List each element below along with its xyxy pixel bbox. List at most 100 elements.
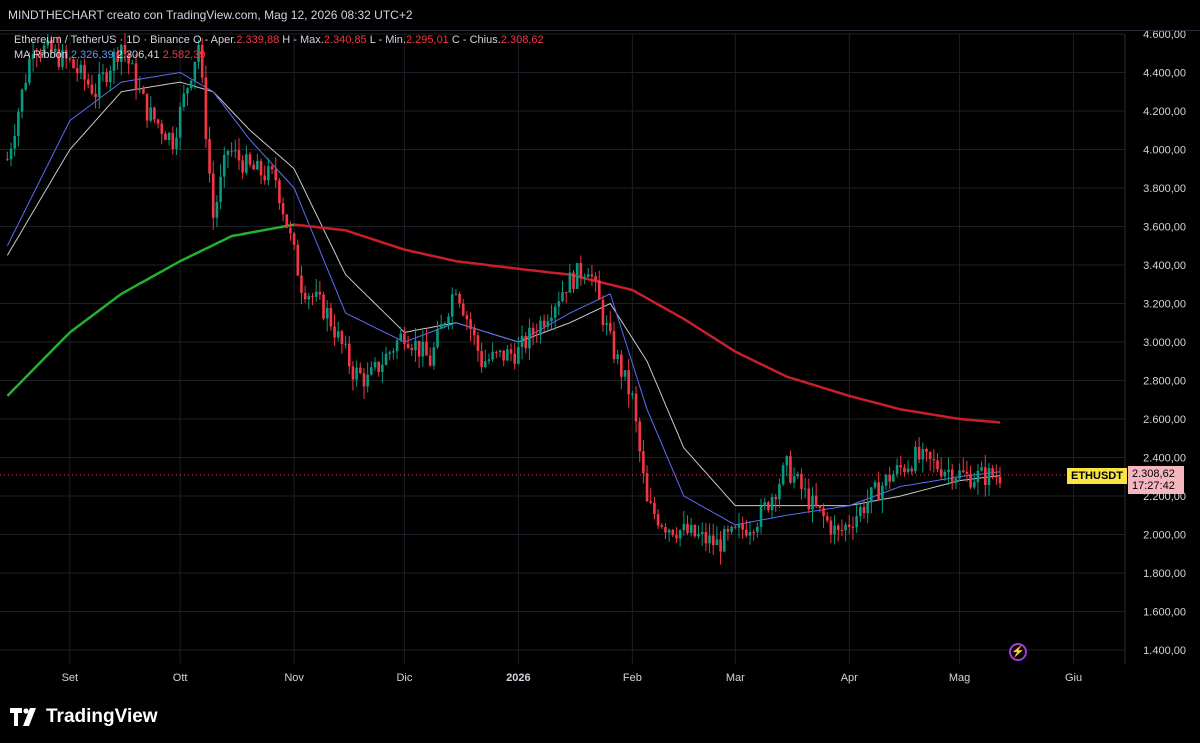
- candle-body: [384, 353, 388, 365]
- candle-body: [498, 350, 502, 353]
- flash-icon[interactable]: ⚡: [1009, 643, 1027, 661]
- close-label: C - Chius.: [451, 34, 501, 46]
- candle-body: [300, 275, 303, 293]
- y-tick-label: 2.400,00: [1143, 453, 1186, 465]
- candle-body: [153, 107, 156, 120]
- candle-body: [546, 321, 550, 327]
- candle-body: [358, 367, 362, 374]
- candle-body: [267, 166, 270, 181]
- candle-body: [998, 476, 1002, 484]
- candle-body: [83, 64, 86, 80]
- candle-body: [439, 324, 443, 329]
- candle-body: [770, 496, 774, 511]
- candle-body: [881, 485, 884, 501]
- brand-name: TradingView: [46, 706, 158, 727]
- candle-body: [583, 277, 586, 279]
- candle-body: [616, 354, 619, 360]
- tradingview-logo: TradingView: [10, 706, 158, 728]
- candle-body: [847, 524, 851, 527]
- candle-body: [13, 135, 17, 149]
- close-value: 2.308,62: [500, 34, 544, 46]
- ma-ribbon-value-3: 2.582,39: [162, 49, 206, 61]
- candle-body: [465, 315, 469, 320]
- candle-body: [774, 496, 778, 500]
- candle-body: [292, 233, 296, 245]
- time-axis[interactable]: Set Ott Nov Dic 2026 Feb Mar Apr Mag Giu: [62, 672, 1082, 684]
- candle-body: [108, 70, 112, 83]
- candle-body: [792, 476, 796, 483]
- candle-body: [660, 525, 664, 527]
- x-tick-label: Feb: [623, 672, 642, 684]
- candle-body: [748, 531, 752, 536]
- ma-ribbon-legend[interactable]: MA Ribbon 2.326,39 2.306,41 2.582,39: [14, 49, 205, 61]
- candle-body: [737, 523, 741, 528]
- candle-body: [653, 502, 656, 515]
- candle-body: [347, 343, 351, 367]
- candle-body: [75, 68, 79, 74]
- candle-body: [807, 488, 811, 510]
- candle-body: [403, 333, 406, 344]
- open-value: 2.339,88: [236, 34, 280, 46]
- candle-body: [410, 347, 414, 351]
- y-tick-label: 3.600,00: [1143, 222, 1186, 234]
- high-value: 2.340,85: [323, 34, 367, 46]
- price-chart[interactable]: 4.600,004.400,004.200,004.000,003.800,00…: [0, 0, 1200, 690]
- candle-body: [903, 467, 906, 472]
- candle-body: [858, 506, 862, 517]
- candle-body: [182, 93, 186, 107]
- symbol-legend[interactable]: Ethereum / TetherUS · 1D · Binance O - A…: [14, 34, 544, 46]
- candle-body: [142, 88, 145, 94]
- candle-body: [325, 307, 329, 319]
- open-label: O - Aper.: [192, 34, 237, 46]
- candle-body: [443, 323, 447, 325]
- candle-body: [329, 307, 333, 327]
- candle-body: [458, 293, 461, 304]
- candle-body: [608, 323, 612, 332]
- candle-body: [689, 525, 693, 534]
- candle-body: [373, 361, 377, 368]
- candle-body: [803, 488, 807, 490]
- candle-body: [340, 331, 344, 345]
- candle-body: [767, 502, 770, 511]
- candle-body: [656, 514, 660, 526]
- candle-body: [256, 160, 259, 170]
- candles: [6, 33, 1002, 565]
- high-label: H - Max.: [282, 34, 324, 46]
- ma-ribbon-value-1: 2.326,39: [70, 49, 114, 61]
- ma-ribbon-value-2: 2.306,41: [116, 49, 160, 61]
- candle-body: [873, 482, 877, 488]
- candle-body: [642, 451, 645, 474]
- candle-body: [667, 529, 671, 533]
- candle-body: [851, 526, 855, 528]
- candle-body: [781, 465, 785, 485]
- candle-body: [175, 137, 178, 149]
- candle-body: [417, 340, 421, 357]
- candle-body: [469, 319, 472, 330]
- candle-body: [789, 456, 792, 483]
- candle-body: [664, 526, 667, 533]
- candle-body: [947, 469, 950, 472]
- candle-body: [263, 175, 267, 181]
- candle-body: [925, 448, 928, 453]
- candle-body: [836, 525, 840, 531]
- candle-body: [366, 374, 369, 387]
- candle-body: [686, 523, 689, 534]
- symbol-name: Ethereum / TetherUS · 1D · Binance: [14, 34, 190, 46]
- candle-body: [285, 214, 289, 228]
- candle-body: [237, 150, 241, 161]
- candle-body: [28, 58, 31, 83]
- candle-body: [252, 164, 255, 170]
- candle-body: [483, 361, 487, 367]
- candle-body: [208, 139, 211, 174]
- candle-body: [476, 335, 480, 352]
- candle-body: [594, 276, 597, 281]
- candle-body: [972, 481, 976, 488]
- candle-body: [987, 468, 991, 485]
- ma-ribbon-line-2: [6, 81, 1001, 507]
- candle-body: [491, 351, 494, 360]
- candle-body: [965, 472, 969, 474]
- price-axis[interactable]: 4.600,004.400,004.200,004.000,003.800,00…: [1143, 29, 1186, 657]
- candle-body: [939, 469, 943, 477]
- chart-header: MINDTHECHART creato con TradingView.com,…: [0, 0, 1200, 31]
- candle-body: [733, 526, 737, 528]
